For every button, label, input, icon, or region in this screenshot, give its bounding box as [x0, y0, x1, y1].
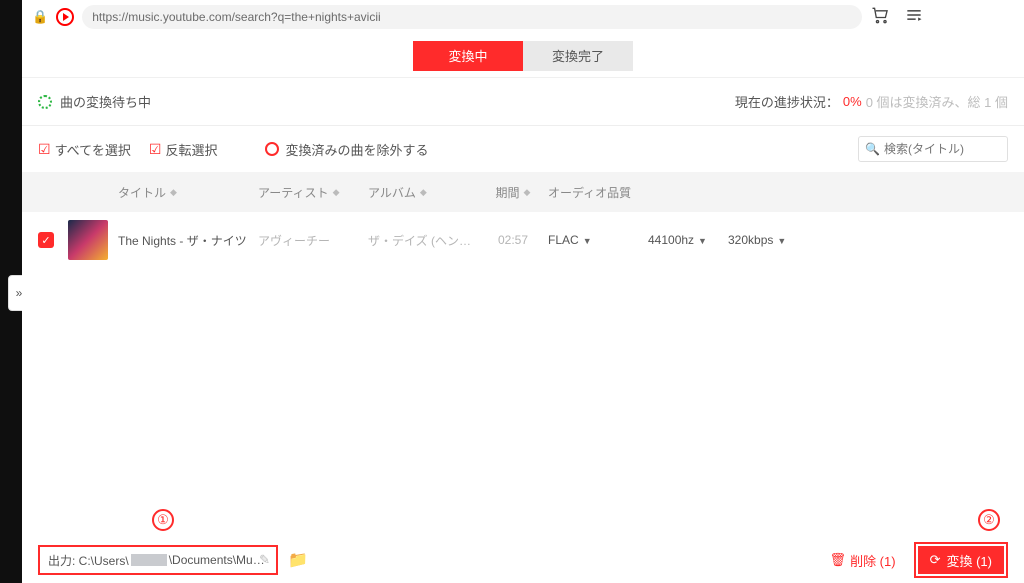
- search-input[interactable]: [884, 142, 1024, 156]
- status-row: 曲の変換待ち中 現在の進捗状況： 0% 0 個は変換済み、総 1 個: [22, 78, 1024, 126]
- convert-button[interactable]: ⟳ 変換 (1): [918, 546, 1004, 574]
- search-icon: 🔍: [865, 142, 880, 156]
- delete-button[interactable]: 🗑 削除 (1): [830, 551, 896, 570]
- row-format-dropdown[interactable]: FLAC▼: [548, 233, 648, 247]
- toolbar-icons: [870, 5, 924, 30]
- tab-converting[interactable]: 変換中: [413, 41, 523, 71]
- sort-icon: ◆: [333, 189, 340, 195]
- bottom-bar: 出力: C:\Users\ \Documents\Mu… ✎ 📁 🗑 削除 (1…: [22, 537, 1024, 583]
- col-album[interactable]: アルバム◆: [368, 184, 478, 201]
- queue-icon[interactable]: [904, 5, 924, 30]
- table-row[interactable]: ✓ The Nights - ザ・ナイツ アヴィーチー ザ・デイズ (ヘン… 0…: [22, 212, 1024, 268]
- chevron-down-icon: ▼: [583, 236, 592, 246]
- address-bar-row: 🔒 https://music.youtube.com/search?q=the…: [22, 0, 1024, 34]
- album-art: [68, 220, 108, 260]
- open-folder-icon[interactable]: 📁: [288, 550, 308, 570]
- refresh-icon: ⟳: [930, 552, 941, 568]
- cart-icon[interactable]: [870, 5, 890, 30]
- row-duration: 02:57: [478, 233, 548, 247]
- table-header: タイトル◆ アーティスト◆ アルバム◆ 期間◆ オーディオ品質: [22, 172, 1024, 212]
- output-suffix: \Documents\Mu…: [169, 553, 265, 567]
- tab-segment: 変換中 変換完了: [413, 41, 633, 71]
- checkbox-icon: ☑: [149, 141, 162, 158]
- left-panel-collapsed: »: [0, 0, 22, 583]
- row-artist: アヴィーチー: [258, 232, 368, 249]
- invert-selection-button[interactable]: ☑ 反転選択: [149, 140, 218, 159]
- col-artist[interactable]: アーティスト◆: [258, 184, 368, 201]
- col-duration[interactable]: 期間◆: [478, 184, 548, 201]
- progress-value: 0%: [843, 94, 862, 109]
- edit-icon[interactable]: ✎: [259, 552, 270, 568]
- row-title: The Nights - ザ・ナイツ: [118, 232, 258, 249]
- search-box[interactable]: 🔍: [858, 136, 1008, 162]
- tab-done[interactable]: 変換完了: [523, 41, 633, 71]
- status-label: 曲の変換待ち中: [60, 92, 151, 111]
- convert-label: 変換 (1): [946, 551, 992, 570]
- row-album: ザ・デイズ (ヘン…: [368, 232, 478, 249]
- sort-icon: ◆: [420, 189, 427, 195]
- output-prefix: 出力: C:\Users\: [48, 552, 129, 569]
- select-all-label: すべてを選択: [55, 140, 131, 159]
- row-hz-dropdown[interactable]: 44100hz▼: [648, 233, 728, 247]
- main-panel: 🔒 https://music.youtube.com/search?q=the…: [22, 0, 1024, 583]
- checkbox-icon: ☑: [38, 141, 51, 158]
- controls-row: ☑ すべてを選択 ☑ 反転選択 変換済みの曲を除外する 🔍: [22, 126, 1024, 172]
- col-quality: オーディオ品質: [548, 184, 648, 201]
- lock-icon: 🔒: [32, 9, 48, 25]
- annotation-2: ②: [978, 509, 1000, 531]
- address-bar[interactable]: https://music.youtube.com/search?q=the+n…: [82, 5, 862, 29]
- row-checkbox[interactable]: ✓: [38, 232, 54, 248]
- redacted-text: [131, 554, 167, 566]
- sort-icon: ◆: [524, 189, 531, 195]
- row-kbps-dropdown[interactable]: 320kbps▼: [728, 233, 808, 247]
- invert-label: 反転選択: [165, 140, 217, 159]
- col-title[interactable]: タイトル◆: [118, 184, 258, 201]
- progress-summary: 0 個は変換済み、総 1 個: [866, 92, 1008, 111]
- sort-icon: ◆: [170, 189, 177, 195]
- tab-bar: 変換中 変換完了: [22, 34, 1024, 78]
- delete-label: 削除 (1): [850, 551, 896, 570]
- exclude-label: 変換済みの曲を除外する: [285, 140, 428, 159]
- annotation-1: ①: [152, 509, 174, 531]
- status-right: 現在の進捗状況： 0% 0 個は変換済み、総 1 個: [735, 92, 1008, 111]
- trash-icon: 🗑: [830, 552, 847, 568]
- chevron-down-icon: ▼: [777, 236, 786, 246]
- exclude-converted-button[interactable]: 変換済みの曲を除外する: [265, 140, 428, 159]
- spinner-icon: [38, 95, 52, 109]
- output-path-box[interactable]: 出力: C:\Users\ \Documents\Mu… ✎: [38, 545, 278, 575]
- chevron-down-icon: ▼: [698, 236, 707, 246]
- address-url: https://music.youtube.com/search?q=the+n…: [92, 10, 381, 24]
- convert-button-frame: ⟳ 変換 (1): [914, 542, 1008, 578]
- progress-label: 現在の進捗状況：: [735, 92, 839, 111]
- select-all-button[interactable]: ☑ すべてを選択: [38, 140, 131, 159]
- youtube-music-icon: [56, 8, 74, 26]
- circle-icon: [265, 142, 279, 156]
